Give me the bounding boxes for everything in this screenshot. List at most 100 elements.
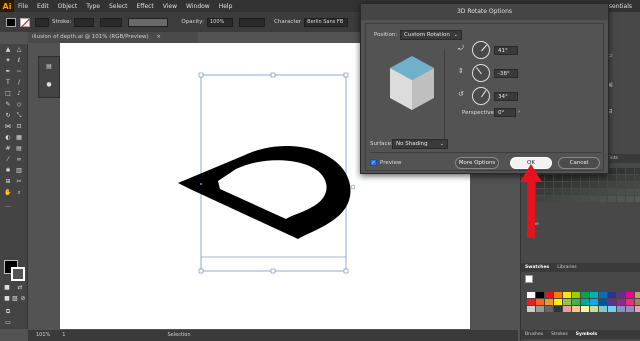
stroke-swatch[interactable]	[20, 17, 30, 27]
slice-tool-icon[interactable]: ✂	[14, 178, 24, 186]
tint-swatch[interactable]	[563, 182, 571, 188]
layers-panel-icon[interactable]: ▤	[44, 63, 54, 71]
variable-width-dropdown[interactable]	[100, 17, 123, 27]
z-angle-field[interactable]: 34°	[494, 92, 518, 101]
tint-swatch[interactable]	[626, 189, 634, 195]
shaper-tool-icon[interactable]: ✎	[3, 101, 13, 109]
menu-window[interactable]: Window	[186, 3, 210, 10]
color-swatch[interactable]	[635, 306, 640, 312]
color-swatch[interactable]	[572, 299, 580, 305]
tint-swatch[interactable]	[617, 182, 625, 188]
tint-swatch[interactable]	[563, 175, 571, 181]
edit-toolbar-icon[interactable]: …	[3, 202, 13, 210]
tint-swatch[interactable]	[599, 182, 607, 188]
screen-mode-icon[interactable]: ▭	[3, 319, 13, 327]
blend-tool-icon[interactable]: ∞	[14, 156, 24, 164]
color-swatch[interactable]	[581, 292, 589, 298]
color-swatch[interactable]	[536, 306, 544, 312]
rotation-cube-preview[interactable]	[388, 54, 436, 114]
tint-swatch[interactable]	[599, 196, 607, 202]
tint-swatch[interactable]	[545, 196, 553, 202]
direct-selection-tool-icon[interactable]: △	[14, 46, 24, 54]
tint-swatch[interactable]	[572, 189, 580, 195]
stroke-weight-field[interactable]	[74, 17, 95, 27]
appearance-panel-icon[interactable]: ●	[44, 81, 54, 89]
document-tab[interactable]: illusion of depth.ai @ 101% (RGB/Preview…	[28, 32, 198, 43]
color-swatch[interactable]	[608, 292, 616, 298]
tint-swatch[interactable]	[617, 196, 625, 202]
rotate-tool-icon[interactable]: ↻	[3, 112, 13, 120]
shape-builder-tool-icon[interactable]: ◐	[3, 134, 13, 142]
x-angle-field[interactable]: 41°	[494, 46, 518, 55]
perspective-grid-tool-icon[interactable]: ▦	[14, 134, 24, 142]
tint-swatch[interactable]	[590, 189, 598, 195]
eraser-tool-icon[interactable]: ◇	[14, 101, 24, 109]
color-swatch[interactable]	[545, 306, 553, 312]
zoom-tool-icon[interactable]: ⌕	[14, 189, 24, 197]
color-swatch[interactable]	[545, 299, 553, 305]
tab-brushes[interactable]: Brushes	[525, 332, 543, 337]
tint-swatch[interactable]	[554, 189, 562, 195]
color-swatch[interactable]	[572, 306, 580, 312]
tint-swatch[interactable]	[626, 175, 634, 181]
z-angle-dial[interactable]	[472, 87, 490, 105]
position-dropdown[interactable]: Custom Rotation ⌄	[400, 30, 462, 40]
free-transform-tool-icon[interactable]: ⊡	[14, 123, 24, 131]
artboard-tool-icon[interactable]: ⊞	[3, 178, 13, 186]
menu-effect[interactable]: Effect	[137, 3, 154, 10]
menu-view[interactable]: View	[163, 3, 177, 10]
close-tab-icon[interactable]: ×	[156, 34, 161, 40]
tint-swatch[interactable]	[635, 196, 640, 202]
preview-checkbox[interactable]: ✓	[370, 159, 377, 166]
tint-swatch[interactable]	[590, 196, 598, 202]
color-swatch[interactable]	[554, 306, 562, 312]
tint-swatch[interactable]	[572, 196, 580, 202]
tint-swatch[interactable]	[581, 182, 589, 188]
tint-swatch[interactable]	[581, 175, 589, 181]
tab-strokes[interactable]: Strokes	[551, 332, 568, 337]
color-swatch[interactable]	[608, 306, 616, 312]
color-swatch[interactable]	[590, 306, 598, 312]
default-colors-icon[interactable]: ■	[2, 284, 12, 292]
color-swatch[interactable]	[581, 306, 589, 312]
y-angle-dial[interactable]	[472, 64, 490, 82]
mesh-tool-icon[interactable]: #	[3, 145, 13, 153]
fill-swatch[interactable]	[6, 17, 16, 27]
brush-definition-dropdown[interactable]	[128, 17, 169, 27]
color-swatch[interactable]	[626, 292, 634, 298]
tint-swatch[interactable]	[635, 182, 640, 188]
type-tool-icon[interactable]: T	[3, 79, 13, 87]
color-swatch[interactable]	[572, 292, 580, 298]
tint-swatch[interactable]	[545, 182, 553, 188]
symbol-sprayer-tool-icon[interactable]: ✱	[3, 167, 13, 175]
tint-swatch[interactable]	[599, 189, 607, 195]
tab-swatches[interactable]: Swatches	[525, 265, 549, 270]
tint-swatch[interactable]	[563, 189, 571, 195]
scale-tool-icon[interactable]: ⤡	[14, 112, 24, 120]
opacity-field[interactable]: 100%	[207, 17, 233, 27]
surface-dropdown[interactable]: No Shading ⌄	[392, 139, 448, 149]
width-tool-icon[interactable]: ⋈	[3, 123, 13, 131]
tint-swatch[interactable]	[599, 175, 607, 181]
color-swatch[interactable]	[626, 299, 634, 305]
hand-tool-icon[interactable]: ✋	[3, 189, 13, 197]
drawing-mode-icon[interactable]: ⧉	[3, 308, 13, 316]
color-swatch[interactable]	[554, 299, 562, 305]
tint-swatch[interactable]	[581, 196, 589, 202]
tint-swatch[interactable]	[572, 175, 580, 181]
tint-swatch[interactable]	[635, 175, 640, 181]
color-swatch[interactable]	[635, 299, 640, 305]
zoom-level[interactable]: 101%	[36, 330, 50, 341]
tint-swatch[interactable]	[563, 196, 571, 202]
color-swatch[interactable]	[608, 299, 616, 305]
rectangle-tool-icon[interactable]: □	[3, 90, 13, 98]
color-swatch[interactable]	[527, 306, 535, 312]
tint-swatch[interactable]	[608, 182, 616, 188]
paintbrush-tool-icon[interactable]: ♪	[14, 90, 24, 98]
color-swatch[interactable]	[617, 306, 625, 312]
tint-swatch[interactable]	[626, 182, 634, 188]
color-swatch[interactable]	[590, 299, 598, 305]
eyedropper-tool-icon[interactable]: ⁄	[3, 156, 13, 164]
color-swatch[interactable]	[527, 299, 535, 305]
color-swatch[interactable]	[581, 299, 589, 305]
